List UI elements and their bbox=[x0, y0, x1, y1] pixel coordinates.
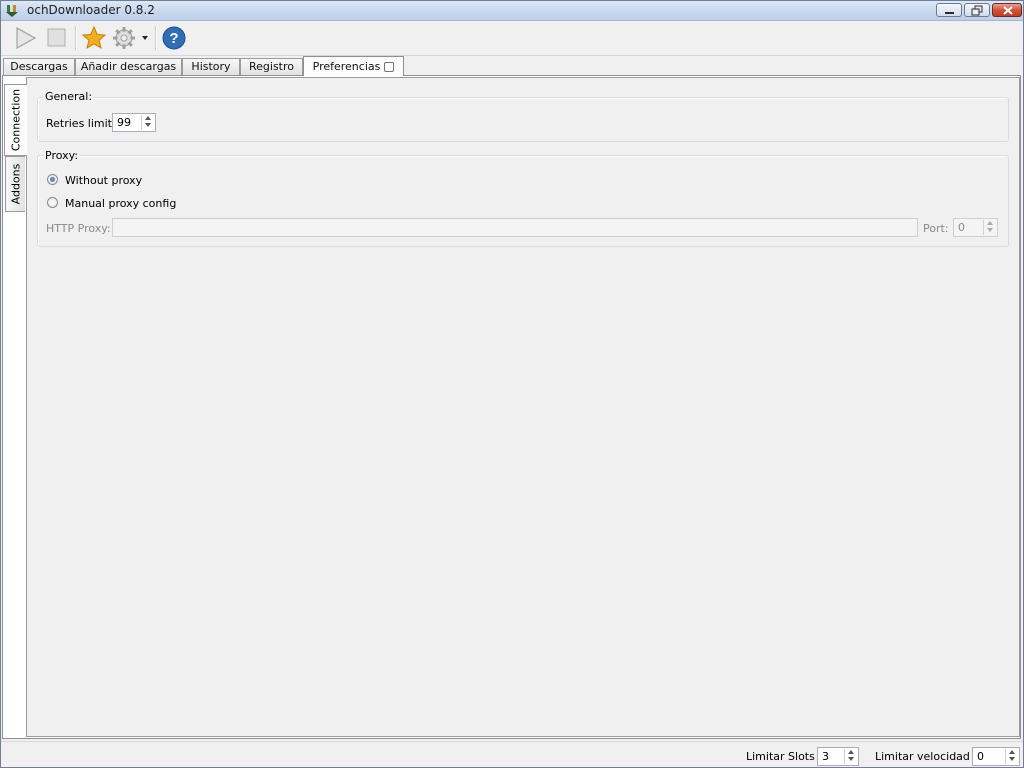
connection-settings: General: Retries limit: 99 Proxy: Withou… bbox=[26, 77, 1020, 737]
minimize-button[interactable] bbox=[936, 3, 962, 17]
limit-speed-value: 0 bbox=[977, 750, 984, 763]
side-tab-connection[interactable]: Connection bbox=[4, 84, 27, 156]
tab-close-icon[interactable] bbox=[384, 62, 395, 72]
stop-icon[interactable] bbox=[43, 24, 71, 52]
side-tab-label: Connection bbox=[9, 88, 23, 152]
port-spinbox[interactable]: 0 bbox=[953, 218, 998, 237]
tab-label: Registro bbox=[248, 60, 294, 73]
spin-up-icon[interactable] bbox=[845, 749, 857, 756]
without-proxy-label[interactable]: Without proxy bbox=[65, 174, 142, 187]
toolbar: ? bbox=[1, 21, 1023, 56]
spin-up-icon[interactable] bbox=[142, 115, 154, 122]
manual-proxy-radio[interactable] bbox=[47, 197, 58, 208]
play-icon[interactable] bbox=[11, 24, 39, 52]
port-value: 0 bbox=[958, 221, 965, 234]
app-icon bbox=[5, 4, 19, 18]
preferences-panel: Connection Addons General: Retries limit… bbox=[2, 75, 1021, 739]
proxy-group-title: Proxy: bbox=[43, 149, 81, 162]
limit-speed-label: Limitar velocidad bbox=[875, 750, 970, 763]
side-tab-addons[interactable]: Addons bbox=[5, 156, 25, 212]
http-proxy-field[interactable] bbox=[112, 218, 918, 237]
tab-preferencias[interactable]: Preferencias bbox=[303, 56, 404, 76]
tab-history[interactable]: History bbox=[182, 58, 240, 75]
help-icon[interactable]: ? bbox=[160, 24, 188, 52]
http-proxy-label: HTTP Proxy: bbox=[46, 222, 111, 235]
retries-limit-spinbox[interactable]: 99 bbox=[112, 113, 156, 132]
window-title: ochDownloader 0.8.2 bbox=[27, 3, 155, 17]
status-bar: Limitar Slots 3 Limitar velocidad 0 bbox=[1, 741, 1023, 767]
spin-down-icon[interactable] bbox=[1006, 756, 1018, 763]
app-window: ochDownloader 0.8.2 ? Descargas Añadir d… bbox=[0, 0, 1024, 768]
retries-limit-value: 99 bbox=[117, 116, 131, 129]
tab-anadir-descargas[interactable]: Añadir descargas bbox=[75, 58, 182, 75]
side-tab-label: Addons bbox=[9, 163, 22, 205]
spin-up-icon[interactable] bbox=[984, 220, 996, 227]
main-tabs: Descargas Añadir descargas History Regis… bbox=[1, 56, 1023, 76]
star-icon[interactable] bbox=[80, 24, 108, 52]
svg-text:?: ? bbox=[169, 30, 178, 47]
tab-label: History bbox=[191, 60, 231, 73]
general-group bbox=[37, 97, 1009, 142]
tab-registro[interactable]: Registro bbox=[240, 58, 303, 75]
maximize-button[interactable] bbox=[964, 3, 990, 17]
manual-proxy-label[interactable]: Manual proxy config bbox=[65, 197, 176, 210]
spin-down-icon[interactable] bbox=[845, 756, 857, 763]
tab-label: Descargas bbox=[10, 60, 68, 73]
limit-speed-spinbox[interactable]: 0 bbox=[972, 747, 1020, 766]
retries-limit-label: Retries limit: bbox=[46, 117, 116, 130]
gear-icon[interactable] bbox=[111, 24, 153, 52]
tab-label: Preferencias bbox=[312, 60, 381, 73]
limit-slots-label: Limitar Slots bbox=[746, 750, 815, 763]
title-bar: ochDownloader 0.8.2 bbox=[1, 1, 1023, 21]
spin-down-icon[interactable] bbox=[142, 122, 154, 129]
tab-label: Añadir descargas bbox=[80, 60, 177, 73]
spin-up-icon[interactable] bbox=[1006, 749, 1018, 756]
tab-descargas[interactable]: Descargas bbox=[3, 58, 75, 75]
spin-down-icon[interactable] bbox=[984, 227, 996, 234]
limit-slots-value: 3 bbox=[822, 750, 829, 763]
limit-slots-spinbox[interactable]: 3 bbox=[817, 747, 859, 766]
general-group-title: General: bbox=[43, 90, 95, 103]
port-label: Port: bbox=[923, 222, 949, 235]
without-proxy-radio[interactable] bbox=[47, 174, 58, 185]
close-button[interactable] bbox=[992, 3, 1022, 17]
